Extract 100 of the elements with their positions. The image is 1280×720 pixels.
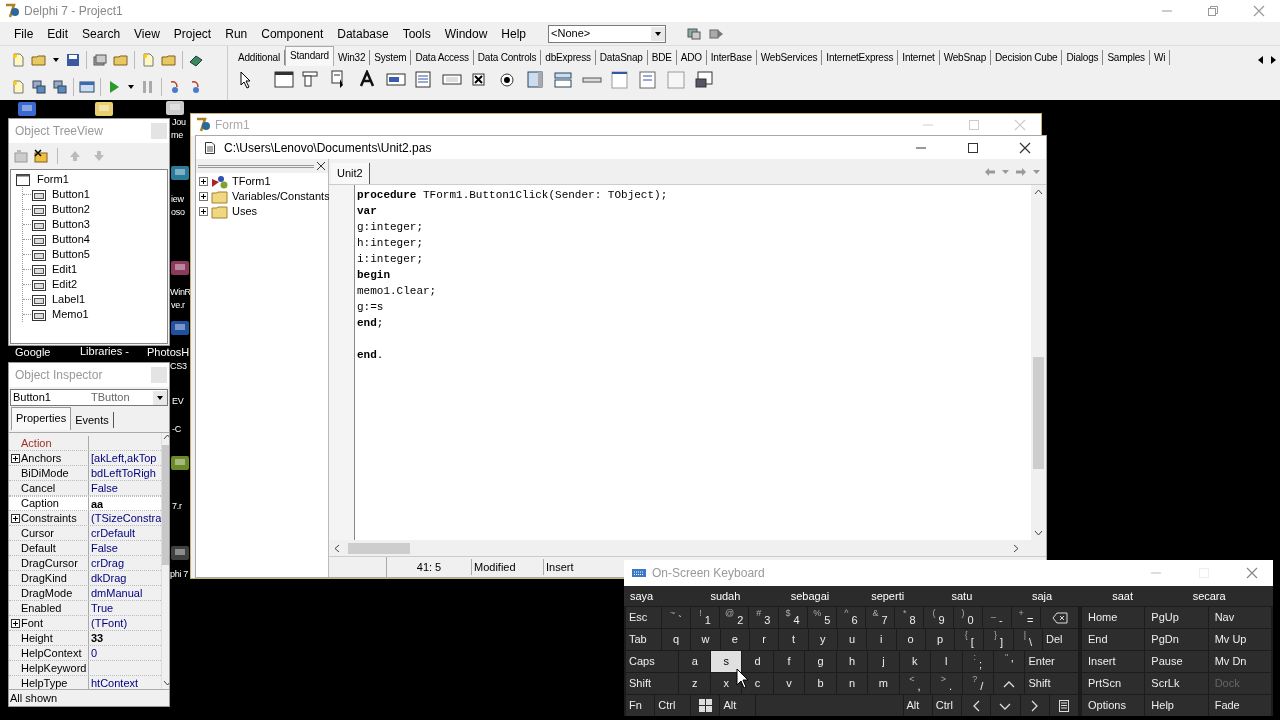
palette-tab[interactable]: BDE <box>647 50 677 65</box>
tree-item[interactable]: Button3 <box>52 216 90 233</box>
key[interactable]: Tab <box>626 629 661 650</box>
word-suggestion[interactable]: sebagai <box>790 587 872 605</box>
key[interactable]: Insert <box>1082 651 1145 672</box>
key[interactable]: Alt <box>720 695 756 716</box>
menu-item[interactable]: File <box>14 24 34 43</box>
key[interactable]: Fn <box>626 695 655 716</box>
property-value[interactable]: True <box>89 601 114 615</box>
palette-tab[interactable]: InterBase <box>706 50 757 65</box>
key[interactable]: g <box>805 651 836 672</box>
desktop-icon[interactable] <box>18 101 36 117</box>
key[interactable]: Shift <box>1025 673 1078 694</box>
groupbox-icon[interactable] <box>610 70 630 90</box>
tree-item[interactable]: Button1 <box>52 186 90 203</box>
key[interactable]: } ] <box>984 629 1013 650</box>
property-value[interactable]: False <box>89 481 118 495</box>
key[interactable]: q <box>662 629 691 650</box>
menu-item[interactable]: Project <box>173 24 212 43</box>
key[interactable]: _ - <box>982 607 1011 628</box>
key[interactable]: Esc <box>626 607 661 628</box>
key[interactable]: j <box>868 651 899 672</box>
key[interactable]: | \ <box>1013 629 1043 650</box>
key[interactable]: End <box>1082 629 1145 650</box>
property-value[interactable]: dkDrag <box>89 571 127 585</box>
tab[interactable]: Properties <box>11 406 72 430</box>
word-suggestion[interactable]: saja <box>1031 587 1113 605</box>
property-value[interactable]: False <box>89 541 118 555</box>
key[interactable]: @ 2 <box>720 607 749 628</box>
expand-icon[interactable] <box>11 453 20 463</box>
configuration-combo[interactable]: <None> <box>548 24 667 43</box>
key[interactable]: Home <box>1082 607 1145 628</box>
key[interactable]: d <box>742 651 773 672</box>
palette-tab[interactable]: Standard <box>284 46 334 66</box>
scroll-right-icon[interactable] <box>1268 54 1278 66</box>
close-icon[interactable] <box>316 161 326 171</box>
object-selector-combo[interactable]: Button1 TButton <box>10 389 168 406</box>
palette-tab[interactable]: WebServices <box>756 50 823 65</box>
key[interactable]: e <box>720 629 749 650</box>
desktop-save-icon[interactable] <box>686 25 703 42</box>
maximize-icon[interactable] <box>966 141 980 154</box>
property-value[interactable]: htContext <box>89 676 139 689</box>
tree-item[interactable]: Button5 <box>52 246 90 263</box>
key[interactable]: Options <box>1082 695 1145 716</box>
palette-tab[interactable]: ADO <box>676 50 707 65</box>
menu-item[interactable]: Run <box>225 24 248 43</box>
key[interactable]: Pause <box>1145 651 1208 672</box>
key[interactable]: y <box>808 629 837 650</box>
palette-tab[interactable]: InternetExpress <box>822 50 899 65</box>
key[interactable]: m <box>868 673 899 694</box>
windows-stack-icon[interactable] <box>31 78 47 95</box>
key[interactable]: b <box>805 673 836 694</box>
form-icon[interactable] <box>15 172 31 187</box>
stacked-pages-icon[interactable] <box>92 51 108 68</box>
key[interactable]: s <box>710 651 742 672</box>
key[interactable]: l <box>931 651 962 672</box>
tree-item[interactable]: Form1 <box>37 171 69 188</box>
word-suggestion[interactable]: saat <box>1112 587 1193 605</box>
key[interactable]: < , <box>899 673 931 694</box>
key[interactable]: " ' <box>994 651 1025 672</box>
menu-item[interactable]: Tools <box>402 24 431 43</box>
key[interactable]: Mv Dn <box>1208 651 1271 672</box>
key[interactable]: * 8 <box>895 607 924 628</box>
menu-item[interactable]: Database <box>337 24 389 43</box>
key[interactable]: Del <box>1043 629 1079 650</box>
frame-icon[interactable] <box>274 70 294 90</box>
radio-group-icon[interactable] <box>638 70 658 90</box>
tab[interactable]: Unit2 <box>331 163 370 184</box>
desktop-icon[interactable] <box>95 101 113 117</box>
key[interactable]: u <box>837 629 867 650</box>
key[interactable]: i <box>867 629 896 650</box>
key[interactable]: p <box>925 629 955 650</box>
action-list-icon[interactable] <box>694 70 714 90</box>
key[interactable]: ScrLk <box>1145 673 1208 694</box>
key[interactable]: $ 4 <box>778 607 807 628</box>
tree-item[interactable]: Memo1 <box>52 306 89 323</box>
key[interactable]: ~ ` <box>661 607 690 628</box>
close-icon[interactable] <box>1018 141 1032 154</box>
memo-icon[interactable] <box>414 70 434 90</box>
property-value[interactable]: bdLeftToRigh <box>89 466 156 480</box>
key[interactable]: & 7 <box>866 607 895 628</box>
tab[interactable]: Events <box>71 412 114 428</box>
palette-tab[interactable]: Data Controls <box>473 50 542 65</box>
key[interactable]: Mv Up <box>1208 629 1271 650</box>
word-suggestion[interactable]: sudah <box>710 587 791 605</box>
palette-tab[interactable]: dbExpress <box>541 50 596 65</box>
key[interactable]: Nav <box>1208 607 1271 628</box>
restore-icon[interactable] <box>1206 5 1220 17</box>
property-value[interactable]: crDefault <box>89 526 136 540</box>
palette-tab[interactable]: Data Access <box>411 50 474 65</box>
key[interactable]: c <box>742 673 773 694</box>
key[interactable]: f <box>773 651 805 672</box>
tree-item[interactable]: TForm1 <box>232 173 271 190</box>
property-value[interactable]: 0 <box>89 646 98 660</box>
key[interactable] <box>1041 607 1079 628</box>
key[interactable]: { [ <box>955 629 984 650</box>
desktop-icon[interactable] <box>171 545 189 561</box>
key[interactable]: ^ 6 <box>836 607 865 628</box>
key[interactable]: n <box>836 673 868 694</box>
key[interactable]: PrtScn <box>1082 673 1145 694</box>
